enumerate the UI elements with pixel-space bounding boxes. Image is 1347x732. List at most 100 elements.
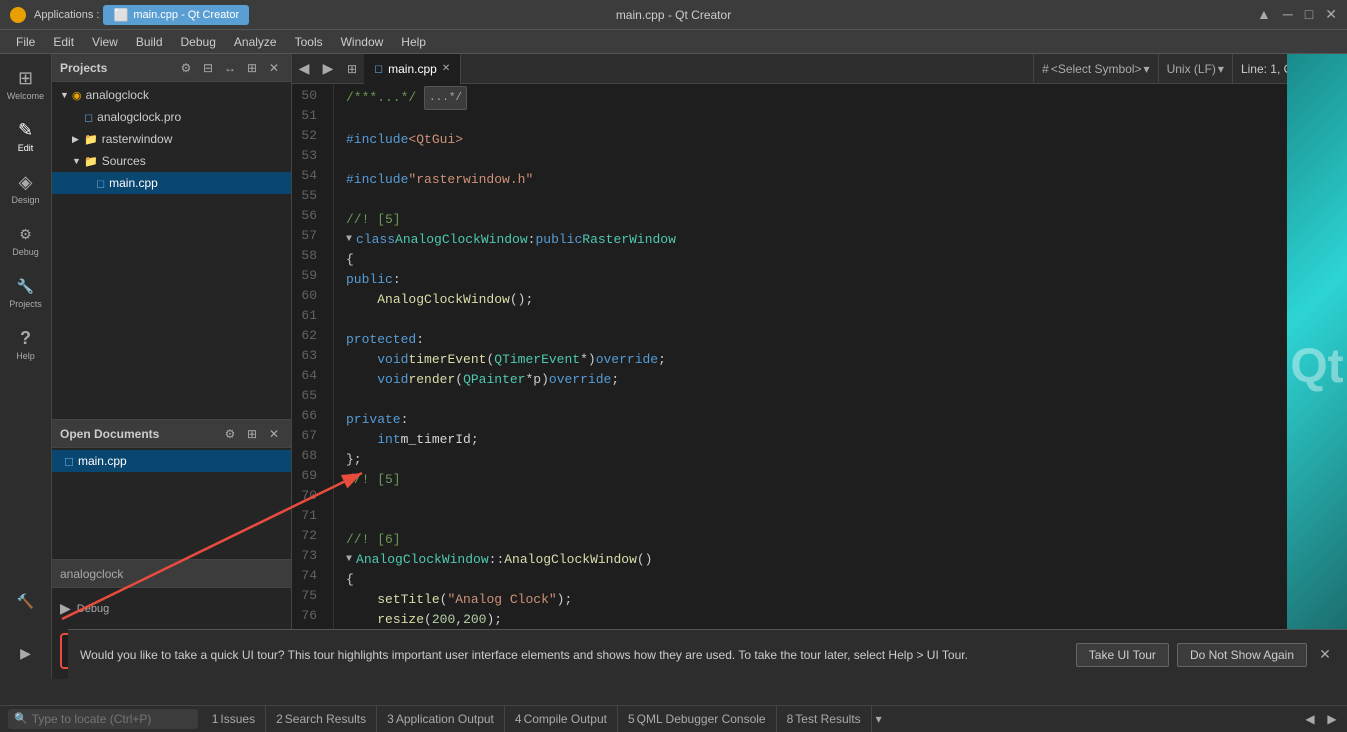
tab-search-num: 2 — [276, 712, 283, 726]
menu-window[interactable]: Window — [333, 33, 392, 51]
tab-app-num: 3 — [387, 712, 394, 726]
os-tab[interactable]: ⬜ main.cpp - Qt Creator — [103, 5, 249, 25]
doc-item-main-cpp[interactable]: ◻ main.cpp — [52, 450, 291, 472]
tab-issues[interactable]: 1 Issues — [202, 706, 266, 732]
pro-file-icon: ◻ — [84, 111, 93, 124]
bottom-left-btn[interactable]: ◀ — [1299, 708, 1321, 730]
editor-area: ◀ ▶ ⊞ ◻ main.cpp ✕ # <Select Symbol> ▾ U… — [292, 54, 1347, 679]
sidebar-item-design[interactable]: ◈ Design — [3, 162, 49, 214]
tab-qml-debugger[interactable]: 5 QML Debugger Console — [618, 706, 777, 732]
take-tour-button[interactable]: Take UI Tour — [1076, 643, 1169, 667]
code-line-76: resize(200, 200); — [346, 610, 1332, 630]
far-right-panel: Qt — [1287, 54, 1347, 679]
code-content[interactable]: /***...*/ ...*/ #include <QtGui> #includ… — [334, 84, 1332, 679]
tab-search-label: Search Results — [285, 712, 366, 726]
tab-app-output[interactable]: 3 Application Output — [377, 706, 505, 732]
projects-tree: ▼ ◉ analogclock ◻ analogclock.pro ▶ 📁 ra… — [52, 82, 291, 419]
project-icon: ◉ — [72, 89, 82, 102]
help-icon: ? — [15, 327, 37, 349]
tab-qml-label: QML Debugger Console — [637, 712, 766, 726]
bottom-right-btn[interactable]: ▶ — [1321, 708, 1343, 730]
tab-close-btn[interactable]: ✕ — [442, 63, 450, 74]
menu-bar: File Edit View Build Debug Analyze Tools… — [0, 30, 1347, 54]
window-title: main.cpp - Qt Creator — [616, 8, 731, 22]
code-line-58: { — [346, 250, 1332, 270]
projects-expand-btn[interactable]: ⊞ — [243, 59, 261, 77]
tab-nav-back[interactable]: ◀ — [292, 54, 316, 84]
menu-analyze[interactable]: Analyze — [226, 33, 285, 51]
tree-label-sources: Sources — [102, 154, 146, 168]
editor-tab-main-cpp[interactable]: ◻ main.cpp ✕ — [364, 54, 461, 84]
sidebar-item-welcome[interactable]: ⊞ Welcome — [3, 58, 49, 110]
menu-file[interactable]: File — [8, 33, 43, 51]
code-editor[interactable]: 50 51 52 53 54 55 56 57 58 59 60 61 62 6… — [292, 84, 1347, 679]
open-docs-list: ◻ main.cpp — [52, 448, 291, 559]
tab-compile-output[interactable]: 4 Compile Output — [505, 706, 618, 732]
tab-dropdown-icon[interactable]: ▾ — [876, 712, 882, 726]
tab-nav-split[interactable]: ⊞ — [340, 54, 364, 84]
sidebar-label-welcome: Welcome — [7, 91, 44, 101]
doc-cpp-icon: ◻ — [64, 454, 74, 468]
projects-settings-btn[interactable]: ⚙ — [177, 59, 195, 77]
sidebar-item-edit[interactable]: ✎ Edit — [3, 110, 49, 162]
tree-label-main-cpp: main.cpp — [109, 176, 158, 190]
menu-help[interactable]: Help — [393, 33, 434, 51]
code-line-55 — [346, 190, 1332, 210]
app-logo — [10, 7, 26, 23]
debug-play-icon: ▶ — [60, 600, 71, 617]
tree-item-sources[interactable]: ▼ 📁 Sources — [52, 150, 291, 172]
menu-build[interactable]: Build — [128, 33, 171, 51]
code-line-53 — [346, 150, 1332, 170]
menu-edit[interactable]: Edit — [45, 33, 82, 51]
tab-test-results[interactable]: 8 Test Results — [777, 706, 872, 732]
window-minimize[interactable]: ─ — [1283, 6, 1293, 23]
open-docs-title: Open Documents — [60, 427, 217, 441]
menu-debug[interactable]: Debug — [173, 33, 224, 51]
code-line-51 — [346, 110, 1332, 130]
code-line-56: //! [5] — [346, 210, 1332, 230]
sidebar-item-build[interactable]: 🔨 — [3, 575, 49, 627]
tree-item-analogclock[interactable]: ▼ ◉ analogclock — [52, 84, 291, 106]
cpp-file-icon: ◻ — [96, 177, 105, 190]
open-docs-settings-btn[interactable]: ⚙ — [221, 425, 239, 443]
window-maximize[interactable]: □ — [1305, 6, 1313, 23]
panel-container: Projects ⚙ ⊟ ↔ ⊞ ✕ ▼ ◉ analogclock — [52, 54, 292, 679]
menu-view[interactable]: View — [84, 33, 126, 51]
tab-search-results[interactable]: 2 Search Results — [266, 706, 377, 732]
locate-input[interactable] — [32, 712, 192, 726]
menu-tools[interactable]: Tools — [287, 33, 331, 51]
open-docs-close-btn[interactable]: ✕ — [265, 425, 283, 443]
tab-compile-num: 4 — [515, 712, 522, 726]
symbol-selector[interactable]: # <Select Symbol> ▾ — [1033, 54, 1157, 83]
tree-item-main-cpp[interactable]: ◻ main.cpp — [52, 172, 291, 194]
sidebar-item-projects[interactable]: 🔧 Projects — [3, 266, 49, 318]
tree-item-analogclock-pro[interactable]: ◻ analogclock.pro — [52, 106, 291, 128]
edit-icon: ✎ — [15, 119, 37, 141]
projects-sync-btn[interactable]: ↔ — [221, 59, 239, 77]
sidebar-item-debug[interactable]: ⚙ Debug — [3, 214, 49, 266]
tab-issues-num: 1 — [212, 712, 219, 726]
main-layout: ⊞ Welcome ✎ Edit ◈ Design ⚙ Debug 🔧 Proj… — [0, 54, 1347, 679]
sidebar-item-help[interactable]: ? Help — [3, 318, 49, 370]
projects-close-btn[interactable]: ✕ — [265, 59, 283, 77]
locate-search-container: 🔍 — [8, 709, 198, 729]
open-documents-panel: Open Documents ⚙ ⊞ ✕ ◻ main.cpp — [52, 419, 291, 559]
window-close[interactable]: ✕ — [1325, 6, 1337, 23]
sidebar-icons: ⊞ Welcome ✎ Edit ◈ Design ⚙ Debug 🔧 Proj… — [0, 54, 52, 679]
notification-close-btn[interactable]: ✕ — [1315, 645, 1335, 665]
bottom-tabs: 🔍 1 Issues 2 Search Results 3 Applicatio… — [0, 705, 1347, 731]
welcome-icon: ⊞ — [15, 67, 37, 89]
projects-filter-btn[interactable]: ⊟ — [199, 59, 217, 77]
tree-label-pro: analogclock.pro — [97, 110, 181, 124]
encoding-selector[interactable]: Unix (LF) ▾ — [1158, 54, 1232, 83]
tab-nav-forward[interactable]: ▶ — [316, 54, 340, 84]
window-up[interactable]: ▲ — [1257, 6, 1271, 23]
open-docs-split-btn[interactable]: ⊞ — [243, 425, 261, 443]
open-docs-header: Open Documents ⚙ ⊞ ✕ — [52, 420, 291, 448]
code-line-70 — [346, 490, 1332, 510]
code-line-63: void timerEvent(QTimerEvent *) override; — [346, 350, 1332, 370]
do-not-show-button[interactable]: Do Not Show Again — [1177, 643, 1307, 667]
tab-test-label: Test Results — [795, 712, 860, 726]
sidebar-item-run[interactable]: ▶ — [3, 627, 49, 679]
tree-item-rasterwindow[interactable]: ▶ 📁 rasterwindow — [52, 128, 291, 150]
